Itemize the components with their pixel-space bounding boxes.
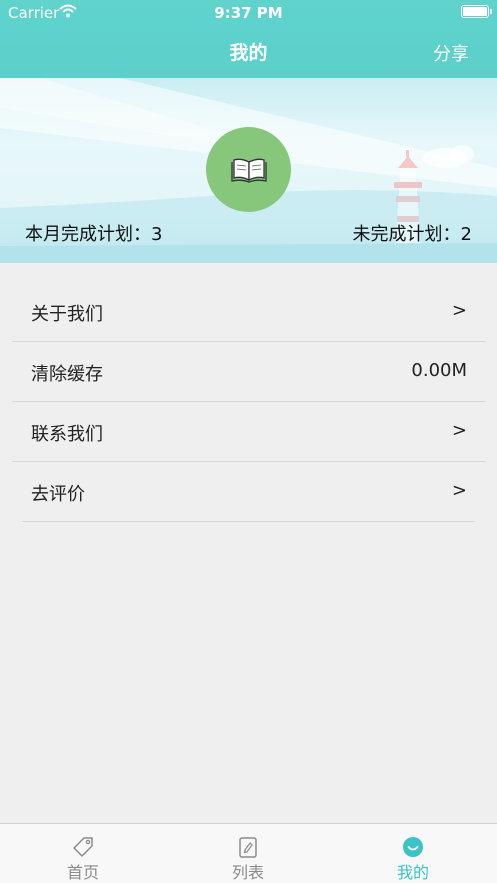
menu-item-label: 关于我们 (31, 304, 103, 325)
menu-item-label: 联系我们 (31, 424, 103, 445)
clock-time: 9:37 PM (214, 4, 283, 22)
tab-label: 列表 (231, 863, 264, 882)
profile-banner: 本月完成计划：3 未完成计划：2 (0, 78, 497, 263)
tab-bar: 首页 列表 我的 (0, 823, 497, 883)
avatar[interactable] (206, 127, 291, 212)
menu-item-contact-us[interactable]: 联系我们 > (12, 402, 485, 462)
battery-icon (461, 5, 492, 18)
tab-label: 首页 (66, 863, 99, 882)
smile-icon (403, 837, 423, 857)
completed-plans-stat: 本月完成计划：3 (25, 224, 163, 245)
settings-list: 关于我们 > 清除缓存 0.00M 联系我们 > 去评价 > (0, 282, 497, 522)
book-icon (230, 158, 267, 183)
uncompleted-plans-stat: 未完成计划：2 (352, 224, 472, 245)
tab-label: 我的 (396, 863, 429, 882)
menu-item-label: 去评价 (31, 484, 85, 505)
tab-mine[interactable]: 我的 (363, 824, 463, 883)
menu-item-about-us[interactable]: 关于我们 > (12, 282, 485, 342)
page-title: 我的 (229, 42, 268, 64)
cache-size-value: 0.00M (411, 360, 467, 381)
tag-icon (73, 837, 93, 857)
status-bar: Carrier 9:37 PM (0, 0, 497, 26)
menu-item-clear-cache[interactable]: 清除缓存 0.00M (12, 342, 485, 402)
chevron-right-icon: > (451, 480, 467, 501)
note-icon (239, 837, 257, 858)
share-button[interactable]: 分享 (433, 40, 469, 66)
tab-list[interactable]: 列表 (198, 824, 298, 883)
header: Carrier 9:37 PM 我的 分享 (0, 0, 497, 78)
menu-item-rate[interactable]: 去评价 > (22, 462, 475, 522)
tab-home[interactable]: 首页 (33, 824, 133, 883)
chevron-right-icon: > (451, 420, 467, 441)
chevron-right-icon: > (451, 300, 467, 321)
menu-item-label: 清除缓存 (31, 364, 103, 385)
